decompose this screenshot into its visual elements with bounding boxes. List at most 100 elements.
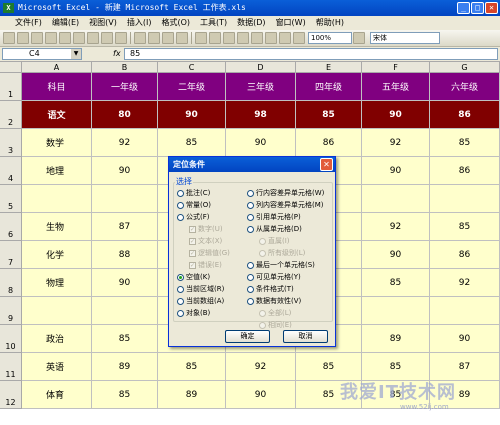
table-cell[interactable]: 90 xyxy=(362,157,430,185)
column-header[interactable]: A xyxy=(22,62,92,73)
header-cell[interactable]: 四年级 xyxy=(296,73,362,101)
print-icon[interactable] xyxy=(73,32,85,44)
new-icon[interactable] xyxy=(3,32,15,44)
table-cell[interactable]: 86 xyxy=(430,157,500,185)
dialog-radio-option[interactable]: 当前数组(A) xyxy=(177,297,224,306)
table-cell[interactable]: 政治 xyxy=(22,325,92,353)
table-cell[interactable]: 92 xyxy=(92,129,158,157)
column-header[interactable]: E xyxy=(296,62,362,73)
dialog-radio-option[interactable]: 行内容差异单元格(W) xyxy=(247,189,324,198)
table-cell[interactable]: 90 xyxy=(362,101,430,129)
table-cell[interactable]: 90 xyxy=(362,241,430,269)
formula-input[interactable]: 85 xyxy=(124,48,498,60)
table-cell[interactable] xyxy=(430,297,500,325)
menu-item[interactable]: 编辑(E) xyxy=(47,16,84,30)
table-cell[interactable]: 语文 xyxy=(22,101,92,129)
spelling-icon[interactable] xyxy=(101,32,113,44)
row-header[interactable]: 2 xyxy=(0,101,22,129)
table-cell[interactable] xyxy=(362,297,430,325)
table-cell[interactable]: 化学 xyxy=(22,241,92,269)
row-header[interactable]: 5 xyxy=(0,185,22,213)
header-cell[interactable]: 五年级 xyxy=(362,73,430,101)
hyperlink-icon[interactable] xyxy=(223,32,235,44)
table-cell[interactable] xyxy=(22,185,92,213)
insert-function-icon[interactable]: fx xyxy=(113,48,121,60)
redo-icon[interactable] xyxy=(209,32,221,44)
table-cell[interactable]: 85 xyxy=(296,353,362,381)
header-cell[interactable]: 六年级 xyxy=(430,73,500,101)
table-cell[interactable]: 98 xyxy=(226,101,296,129)
table-cell[interactable]: 数学 xyxy=(22,129,92,157)
table-cell[interactable]: 80 xyxy=(92,101,158,129)
table-cell[interactable]: 地理 xyxy=(22,157,92,185)
table-cell[interactable]: 体育 xyxy=(22,381,92,409)
autosum-icon[interactable] xyxy=(237,32,249,44)
table-cell[interactable]: 89 xyxy=(362,325,430,353)
header-cell[interactable]: 一年级 xyxy=(92,73,158,101)
table-cell[interactable]: 86 xyxy=(430,101,500,129)
menu-item[interactable]: 数据(D) xyxy=(232,16,270,30)
menu-item[interactable]: 插入(I) xyxy=(122,16,157,30)
table-cell[interactable]: 86 xyxy=(296,129,362,157)
row-header[interactable]: 9 xyxy=(0,297,22,325)
help-icon[interactable] xyxy=(353,32,365,44)
column-header[interactable]: F xyxy=(362,62,430,73)
table-cell[interactable]: 85 xyxy=(158,353,226,381)
table-cell[interactable]: 物理 xyxy=(22,269,92,297)
research-icon[interactable] xyxy=(115,32,127,44)
table-cell[interactable] xyxy=(22,297,92,325)
table-cell[interactable]: 90 xyxy=(226,381,296,409)
table-cell[interactable]: 92 xyxy=(362,213,430,241)
row-header[interactable]: 8 xyxy=(0,269,22,297)
dialog-radio-option[interactable]: 批注(C) xyxy=(177,189,210,198)
menu-item[interactable]: 格式(O) xyxy=(156,16,195,30)
row-header[interactable]: 4 xyxy=(0,157,22,185)
table-cell[interactable]: 90 xyxy=(158,101,226,129)
row-header[interactable]: 7 xyxy=(0,241,22,269)
menu-item[interactable]: 工具(T) xyxy=(195,16,232,30)
dialog-close-button[interactable]: ✕ xyxy=(320,158,333,171)
row-header[interactable]: 1 xyxy=(0,73,22,101)
dialog-radio-option[interactable]: 对象(B) xyxy=(177,309,210,318)
select-all-corner[interactable] xyxy=(0,62,22,73)
table-cell[interactable] xyxy=(362,185,430,213)
column-header[interactable]: C xyxy=(158,62,226,73)
dialog-radio-option[interactable]: 列内容差异单元格(M) xyxy=(247,201,324,210)
table-cell[interactable]: 生物 xyxy=(22,213,92,241)
paste-icon[interactable] xyxy=(162,32,174,44)
chevron-down-icon[interactable]: ▼ xyxy=(71,49,81,59)
minimize-button[interactable]: _ xyxy=(457,2,470,14)
maximize-button[interactable]: □ xyxy=(471,2,484,14)
chart-wizard-icon[interactable] xyxy=(279,32,291,44)
table-cell[interactable]: 90 xyxy=(226,129,296,157)
email-icon[interactable] xyxy=(59,32,71,44)
table-cell[interactable]: 89 xyxy=(158,381,226,409)
table-cell[interactable] xyxy=(430,185,500,213)
row-header[interactable]: 11 xyxy=(0,353,22,381)
table-cell[interactable]: 90 xyxy=(92,157,158,185)
dialog-radio-option[interactable]: 最后一个单元格(S) xyxy=(247,261,315,270)
cancel-button[interactable]: 取消 xyxy=(283,330,328,343)
font-select[interactable]: 宋体 xyxy=(370,32,440,44)
table-cell[interactable] xyxy=(92,185,158,213)
menu-item[interactable]: 窗口(W) xyxy=(271,16,311,30)
table-cell[interactable]: 92 xyxy=(362,129,430,157)
dialog-radio-option[interactable]: 常量(O) xyxy=(177,201,211,210)
undo-icon[interactable] xyxy=(195,32,207,44)
row-header[interactable]: 10 xyxy=(0,325,22,353)
table-cell[interactable]: 85 xyxy=(158,129,226,157)
table-cell[interactable]: 86 xyxy=(430,241,500,269)
ok-button[interactable]: 确定 xyxy=(225,330,270,343)
column-header[interactable]: B xyxy=(92,62,158,73)
table-cell[interactable]: 85 xyxy=(92,325,158,353)
dialog-radio-option[interactable]: 可见单元格(Y) xyxy=(247,273,301,282)
sort-descending-icon[interactable] xyxy=(265,32,277,44)
table-cell[interactable]: 88 xyxy=(92,241,158,269)
dialog-radio-option[interactable]: 公式(F) xyxy=(177,213,210,222)
header-cell[interactable]: 二年级 xyxy=(158,73,226,101)
dialog-radio-option[interactable]: 当前区域(R) xyxy=(177,285,224,294)
table-cell[interactable]: 85 xyxy=(296,101,362,129)
row-header[interactable]: 12 xyxy=(0,381,22,409)
menu-item[interactable]: 视图(V) xyxy=(84,16,122,30)
save-icon[interactable] xyxy=(31,32,43,44)
